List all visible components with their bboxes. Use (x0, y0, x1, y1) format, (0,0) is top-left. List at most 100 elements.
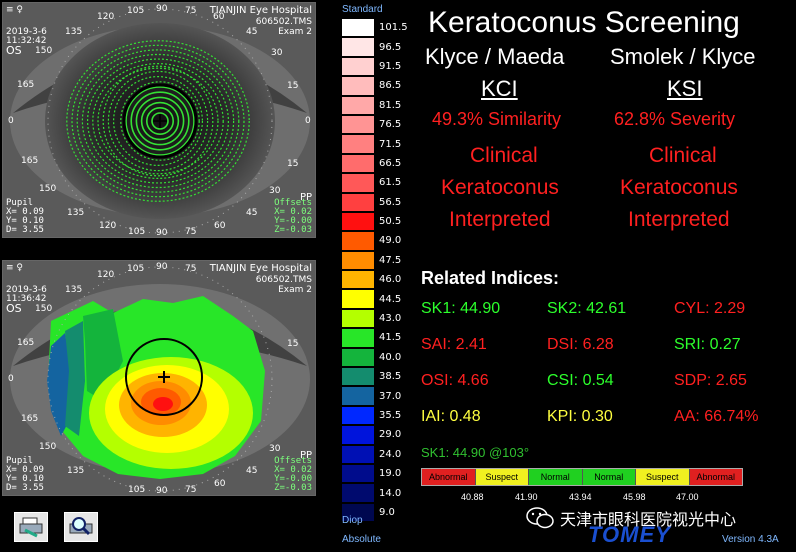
wechat-icon (526, 507, 554, 529)
offset-z: Z=-0.03 (274, 225, 312, 235)
index-value: CSI: 0.54 (547, 372, 614, 389)
scale-row: 76.5 (341, 114, 411, 135)
kci-similarity: 49.3% Similarity (432, 109, 562, 129)
index-value: AA: 66.74% (674, 408, 759, 425)
axial-power-map (3, 261, 315, 495)
index-value: SK2: 42.61 (547, 300, 627, 317)
angle-label: 90 (156, 4, 168, 14)
index-value: OSI: 4.66 (421, 372, 489, 389)
scale-swatch (341, 270, 375, 290)
scale-row: 50.5 (341, 211, 411, 232)
scale-swatch (341, 405, 375, 426)
scale-swatch (341, 444, 375, 464)
print-button[interactable] (14, 512, 48, 542)
angle-label: 75 (185, 6, 197, 16)
zoom-button[interactable] (64, 512, 98, 542)
scale-row: 46.0 (341, 270, 411, 290)
angle-label: 30 (271, 48, 283, 58)
angle-label: 135 (65, 27, 83, 37)
color-scale: 101.5 96.5 91.5 86.5 81.5 76.5 71.5 66.5 61.5 56.… (341, 18, 411, 523)
scale-value: 35.5 (379, 410, 402, 421)
classification-segment: Suspect (475, 469, 529, 485)
scale-swatch (341, 153, 375, 174)
classification-segment: Abnormal (422, 469, 476, 485)
scale-swatch (341, 114, 375, 135)
top-pupil-info: Pupil X= 0.09 Y= 0.10 D= 3.55 (6, 199, 44, 235)
scale-row: 35.5 (341, 405, 411, 426)
scale-value: 56.5 (379, 196, 402, 208)
report-title: Keratoconus Screening (428, 6, 740, 39)
index-value: SAI: 2.41 (421, 336, 487, 353)
ksi-interpretation-line3: Interpreted (628, 208, 730, 231)
top-panel-hospital: TIANJIN Eye Hospital (209, 5, 312, 16)
classification-tick: 43.94 (569, 492, 592, 502)
index-value: IAI: 0.48 (421, 408, 481, 425)
scale-row: 47.5 (341, 250, 411, 271)
angle-label: 105 (127, 264, 145, 274)
scale-row: 96.5 (341, 37, 411, 57)
version-label: Version 4.3A (722, 534, 779, 545)
index-value: KPI: 0.30 (547, 408, 613, 425)
bottom-panel-file: 606502.TMS (255, 275, 312, 285)
angle-label: 75 (185, 485, 197, 495)
offset-z: Z=-0.03 (274, 483, 312, 493)
scale-value: 37.0 (379, 390, 402, 402)
kci-interpretation-line1: Clinical (470, 144, 538, 167)
scale-unit-label[interactable]: Diop (342, 515, 363, 526)
angle-label: 120 (97, 270, 115, 280)
angle-label: 0 (8, 374, 14, 384)
scale-mode-label[interactable]: Absolute (342, 534, 381, 545)
angle-label: 30 (269, 186, 281, 196)
scale-value: 40.0 (379, 351, 402, 363)
topography-map-panel[interactable]: ≡ ♀ 2019-3-6 11:36:42 OS TIANJIN Eye Hos… (2, 260, 316, 496)
scale-swatch (341, 231, 375, 251)
angle-label: 165 (21, 156, 39, 166)
scale-row: 61.5 (341, 173, 411, 193)
scale-swatch (341, 367, 375, 387)
angle-label: 60 (214, 221, 226, 231)
angle-label: 120 (97, 12, 115, 22)
angle-label: 135 (67, 466, 85, 476)
scale-value: 96.5 (379, 41, 402, 53)
ksi-label: KSI (667, 76, 703, 101)
kci-interpretation-line2: Keratoconus (441, 176, 559, 199)
placido-image-panel[interactable]: ≡ ♀ 2019-3-6 11:32:42 OS TIANJIN Eye Hos… (2, 2, 316, 238)
scale-row: 66.5 (341, 153, 411, 174)
scale-value: 9.0 (379, 506, 395, 518)
scale-value: 91.5 (379, 60, 402, 72)
scale-value: 43.0 (379, 313, 402, 325)
angle-label: 90 (156, 228, 168, 238)
scale-swatch (341, 76, 375, 96)
pupil-d: D= 3.55 (6, 483, 44, 493)
angle-label: 75 (185, 227, 197, 237)
scale-row: 43.0 (341, 308, 411, 329)
angle-label: 45 (246, 208, 258, 218)
bottom-panel-icon: ≡ ♀ (6, 263, 23, 273)
scale-value: 86.5 (379, 80, 402, 92)
scale-title[interactable]: Standard (342, 4, 383, 15)
angle-label: 165 (17, 338, 35, 348)
index-value: SK1: 44.90 (421, 300, 501, 317)
angle-label: 0 (8, 116, 14, 126)
scale-row: 14.0 (341, 483, 411, 503)
classification-segment: Normal (582, 469, 636, 485)
scale-row: 37.0 (341, 386, 411, 406)
scale-value: 19.0 (379, 468, 402, 480)
scale-value: 29.0 (379, 429, 402, 441)
scale-value: 101.5 (379, 22, 408, 34)
tomey-logo: TOMEY (588, 522, 671, 547)
magnify-icon (69, 517, 93, 536)
right-method-heading: Smolek / Klyce (610, 44, 756, 69)
angle-label: 135 (67, 208, 85, 218)
top-panel-file: 606502.TMS (255, 17, 312, 27)
classification-tick: 41.90 (515, 492, 538, 502)
angle-label: 135 (65, 285, 83, 295)
angle-label: 105 (127, 6, 145, 16)
angle-label: 165 (17, 80, 35, 90)
scale-row: 29.0 (341, 425, 411, 445)
scale-row: 81.5 (341, 95, 411, 115)
kci-label: KCI (481, 76, 518, 101)
related-indices-title: Related Indices: (421, 268, 560, 288)
scale-value: 24.0 (379, 448, 402, 460)
scale-swatch (341, 56, 375, 77)
